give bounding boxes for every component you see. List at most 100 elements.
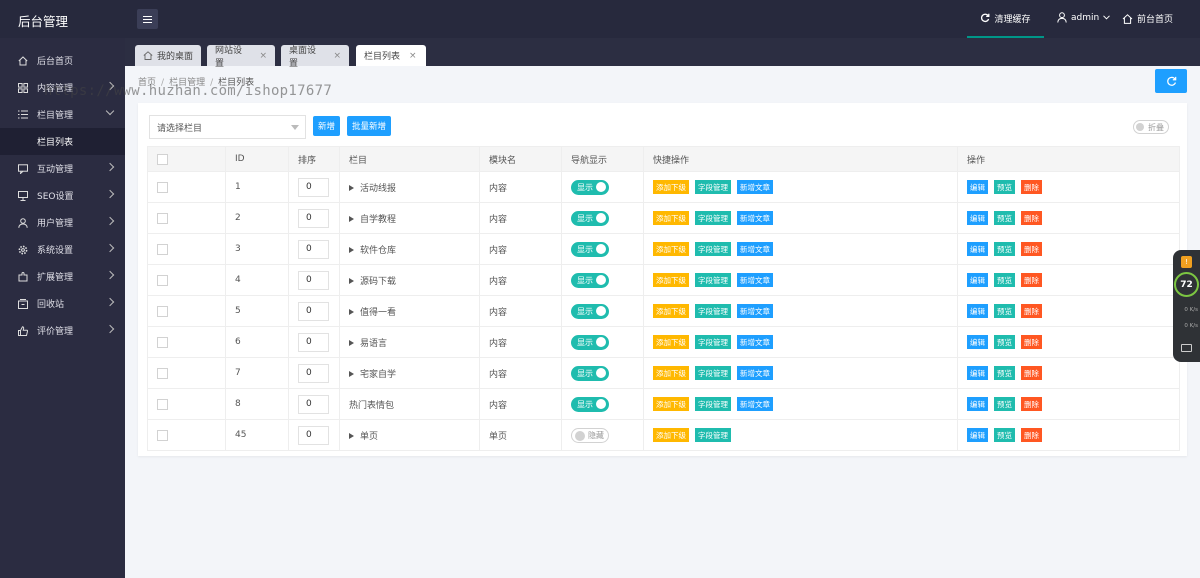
new-article-button[interactable]: 新增文章 — [737, 304, 773, 318]
field-manage-button[interactable]: 字段管理 — [695, 397, 731, 411]
nav-display-switch[interactable]: 显示 — [571, 210, 609, 226]
refresh-button[interactable] — [1155, 69, 1187, 93]
tab-my-desktop[interactable]: 我的桌面 — [135, 45, 201, 66]
new-article-button[interactable]: 新增文章 — [737, 397, 773, 411]
delete-button[interactable]: 删除 — [1021, 397, 1042, 411]
add-child-button[interactable]: 添加下级 — [653, 242, 689, 256]
row-checkbox[interactable] — [157, 429, 168, 441]
menu-toggle-button[interactable] — [137, 9, 158, 29]
preview-button[interactable]: 预览 — [994, 428, 1015, 442]
new-article-button[interactable]: 新增文章 — [737, 273, 773, 287]
select-all-checkbox[interactable] — [157, 153, 168, 165]
sidebar-item-review[interactable]: 评价管理 — [0, 317, 125, 344]
field-manage-button[interactable]: 字段管理 — [695, 180, 731, 194]
field-manage-button[interactable]: 字段管理 — [695, 428, 731, 442]
new-article-button[interactable]: 新增文章 — [737, 242, 773, 256]
delete-button[interactable]: 删除 — [1021, 304, 1042, 318]
new-article-button[interactable]: 新增文章 — [737, 211, 773, 225]
sidebar-item-column[interactable]: 栏目管理 — [0, 101, 125, 128]
field-manage-button[interactable]: 字段管理 — [695, 273, 731, 287]
sort-input[interactable]: 0 — [298, 394, 329, 414]
preview-button[interactable]: 预览 — [994, 273, 1015, 287]
camera-icon[interactable] — [1181, 344, 1192, 352]
clear-cache-button[interactable]: 清理缓存 — [967, 0, 1044, 38]
sort-input[interactable]: 0 — [298, 301, 329, 321]
sidebar-item-system[interactable]: 系统设置 — [0, 236, 125, 263]
nav-display-switch[interactable]: 隐藏 — [571, 427, 609, 443]
add-child-button[interactable]: 添加下级 — [653, 335, 689, 349]
column-select[interactable]: 请选择栏目 — [149, 115, 306, 139]
speed-widget[interactable]: ! 72 0 K/s 0 K/s — [1173, 250, 1200, 362]
expand-arrow-icon[interactable] — [349, 433, 354, 439]
edit-button[interactable]: 编辑 — [967, 273, 988, 287]
expand-arrow-icon[interactable] — [349, 247, 354, 253]
add-child-button[interactable]: 添加下级 — [653, 397, 689, 411]
close-icon[interactable]: × — [409, 51, 417, 61]
close-icon[interactable]: × — [333, 51, 341, 61]
nav-display-switch[interactable]: 显示 — [571, 334, 609, 350]
delete-button[interactable]: 删除 — [1021, 180, 1042, 194]
field-manage-button[interactable]: 字段管理 — [695, 366, 731, 380]
sort-input[interactable]: 0 — [298, 208, 329, 228]
sidebar-item-home[interactable]: 后台首页 — [0, 47, 125, 74]
add-child-button[interactable]: 添加下级 — [653, 366, 689, 380]
delete-button[interactable]: 删除 — [1021, 273, 1042, 287]
sidebar-item-interaction[interactable]: 互动管理 — [0, 155, 125, 182]
edit-button[interactable]: 编辑 — [967, 304, 988, 318]
delete-button[interactable]: 删除 — [1021, 335, 1042, 349]
expand-arrow-icon[interactable] — [349, 216, 354, 222]
add-child-button[interactable]: 添加下级 — [653, 273, 689, 287]
nav-display-switch[interactable]: 显示 — [571, 179, 609, 195]
edit-button[interactable]: 编辑 — [967, 335, 988, 349]
expand-arrow-icon[interactable] — [349, 278, 354, 284]
preview-button[interactable]: 预览 — [994, 211, 1015, 225]
batch-add-button[interactable]: 批量新增 — [347, 116, 391, 136]
row-checkbox[interactable] — [157, 274, 168, 286]
field-manage-button[interactable]: 字段管理 — [695, 242, 731, 256]
new-article-button[interactable]: 新增文章 — [737, 366, 773, 380]
edit-button[interactable]: 编辑 — [967, 180, 988, 194]
user-menu[interactable]: admin — [1057, 12, 1111, 23]
sort-input[interactable]: 0 — [298, 177, 329, 197]
nav-display-switch[interactable]: 显示 — [571, 303, 609, 319]
add-child-button[interactable]: 添加下级 — [653, 304, 689, 318]
tab-site-settings[interactable]: 网站设置 × — [207, 45, 275, 69]
sidebar-subitem-column-list[interactable]: 栏目列表 — [0, 128, 125, 155]
add-child-button[interactable]: 添加下级 — [653, 211, 689, 225]
nav-display-switch[interactable]: 显示 — [571, 396, 609, 412]
delete-button[interactable]: 删除 — [1021, 211, 1042, 225]
sidebar-item-recycle[interactable]: 回收站 — [0, 290, 125, 317]
nav-display-switch[interactable]: 显示 — [571, 272, 609, 288]
edit-button[interactable]: 编辑 — [967, 397, 988, 411]
row-checkbox[interactable] — [157, 212, 168, 224]
row-checkbox[interactable] — [157, 367, 168, 379]
sort-input[interactable]: 0 — [298, 425, 329, 445]
preview-button[interactable]: 预览 — [994, 180, 1015, 194]
tab-column-list[interactable]: 栏目列表 × — [356, 45, 426, 66]
field-manage-button[interactable]: 字段管理 — [695, 304, 731, 318]
expand-arrow-icon[interactable] — [349, 309, 354, 315]
nav-display-switch[interactable]: 显示 — [571, 365, 609, 381]
field-manage-button[interactable]: 字段管理 — [695, 335, 731, 349]
sort-input[interactable]: 0 — [298, 239, 329, 259]
expand-arrow-icon[interactable] — [349, 340, 354, 346]
preview-button[interactable]: 预览 — [994, 397, 1015, 411]
edit-button[interactable]: 编辑 — [967, 428, 988, 442]
close-icon[interactable]: × — [259, 51, 267, 61]
row-checkbox[interactable] — [157, 181, 168, 193]
preview-button[interactable]: 预览 — [994, 366, 1015, 380]
add-child-button[interactable]: 添加下级 — [653, 428, 689, 442]
tab-desktop-settings[interactable]: 桌面设置 × — [281, 45, 349, 69]
sidebar-item-users[interactable]: 用户管理 — [0, 209, 125, 236]
row-checkbox[interactable] — [157, 398, 168, 410]
delete-button[interactable]: 删除 — [1021, 428, 1042, 442]
field-manage-button[interactable]: 字段管理 — [695, 211, 731, 225]
edit-button[interactable]: 编辑 — [967, 211, 988, 225]
new-article-button[interactable]: 新增文章 — [737, 335, 773, 349]
row-checkbox[interactable] — [157, 336, 168, 348]
preview-button[interactable]: 预览 — [994, 242, 1015, 256]
new-article-button[interactable]: 新增文章 — [737, 180, 773, 194]
sidebar-item-extension[interactable]: 扩展管理 — [0, 263, 125, 290]
sort-input[interactable]: 0 — [298, 363, 329, 383]
preview-button[interactable]: 预览 — [994, 335, 1015, 349]
